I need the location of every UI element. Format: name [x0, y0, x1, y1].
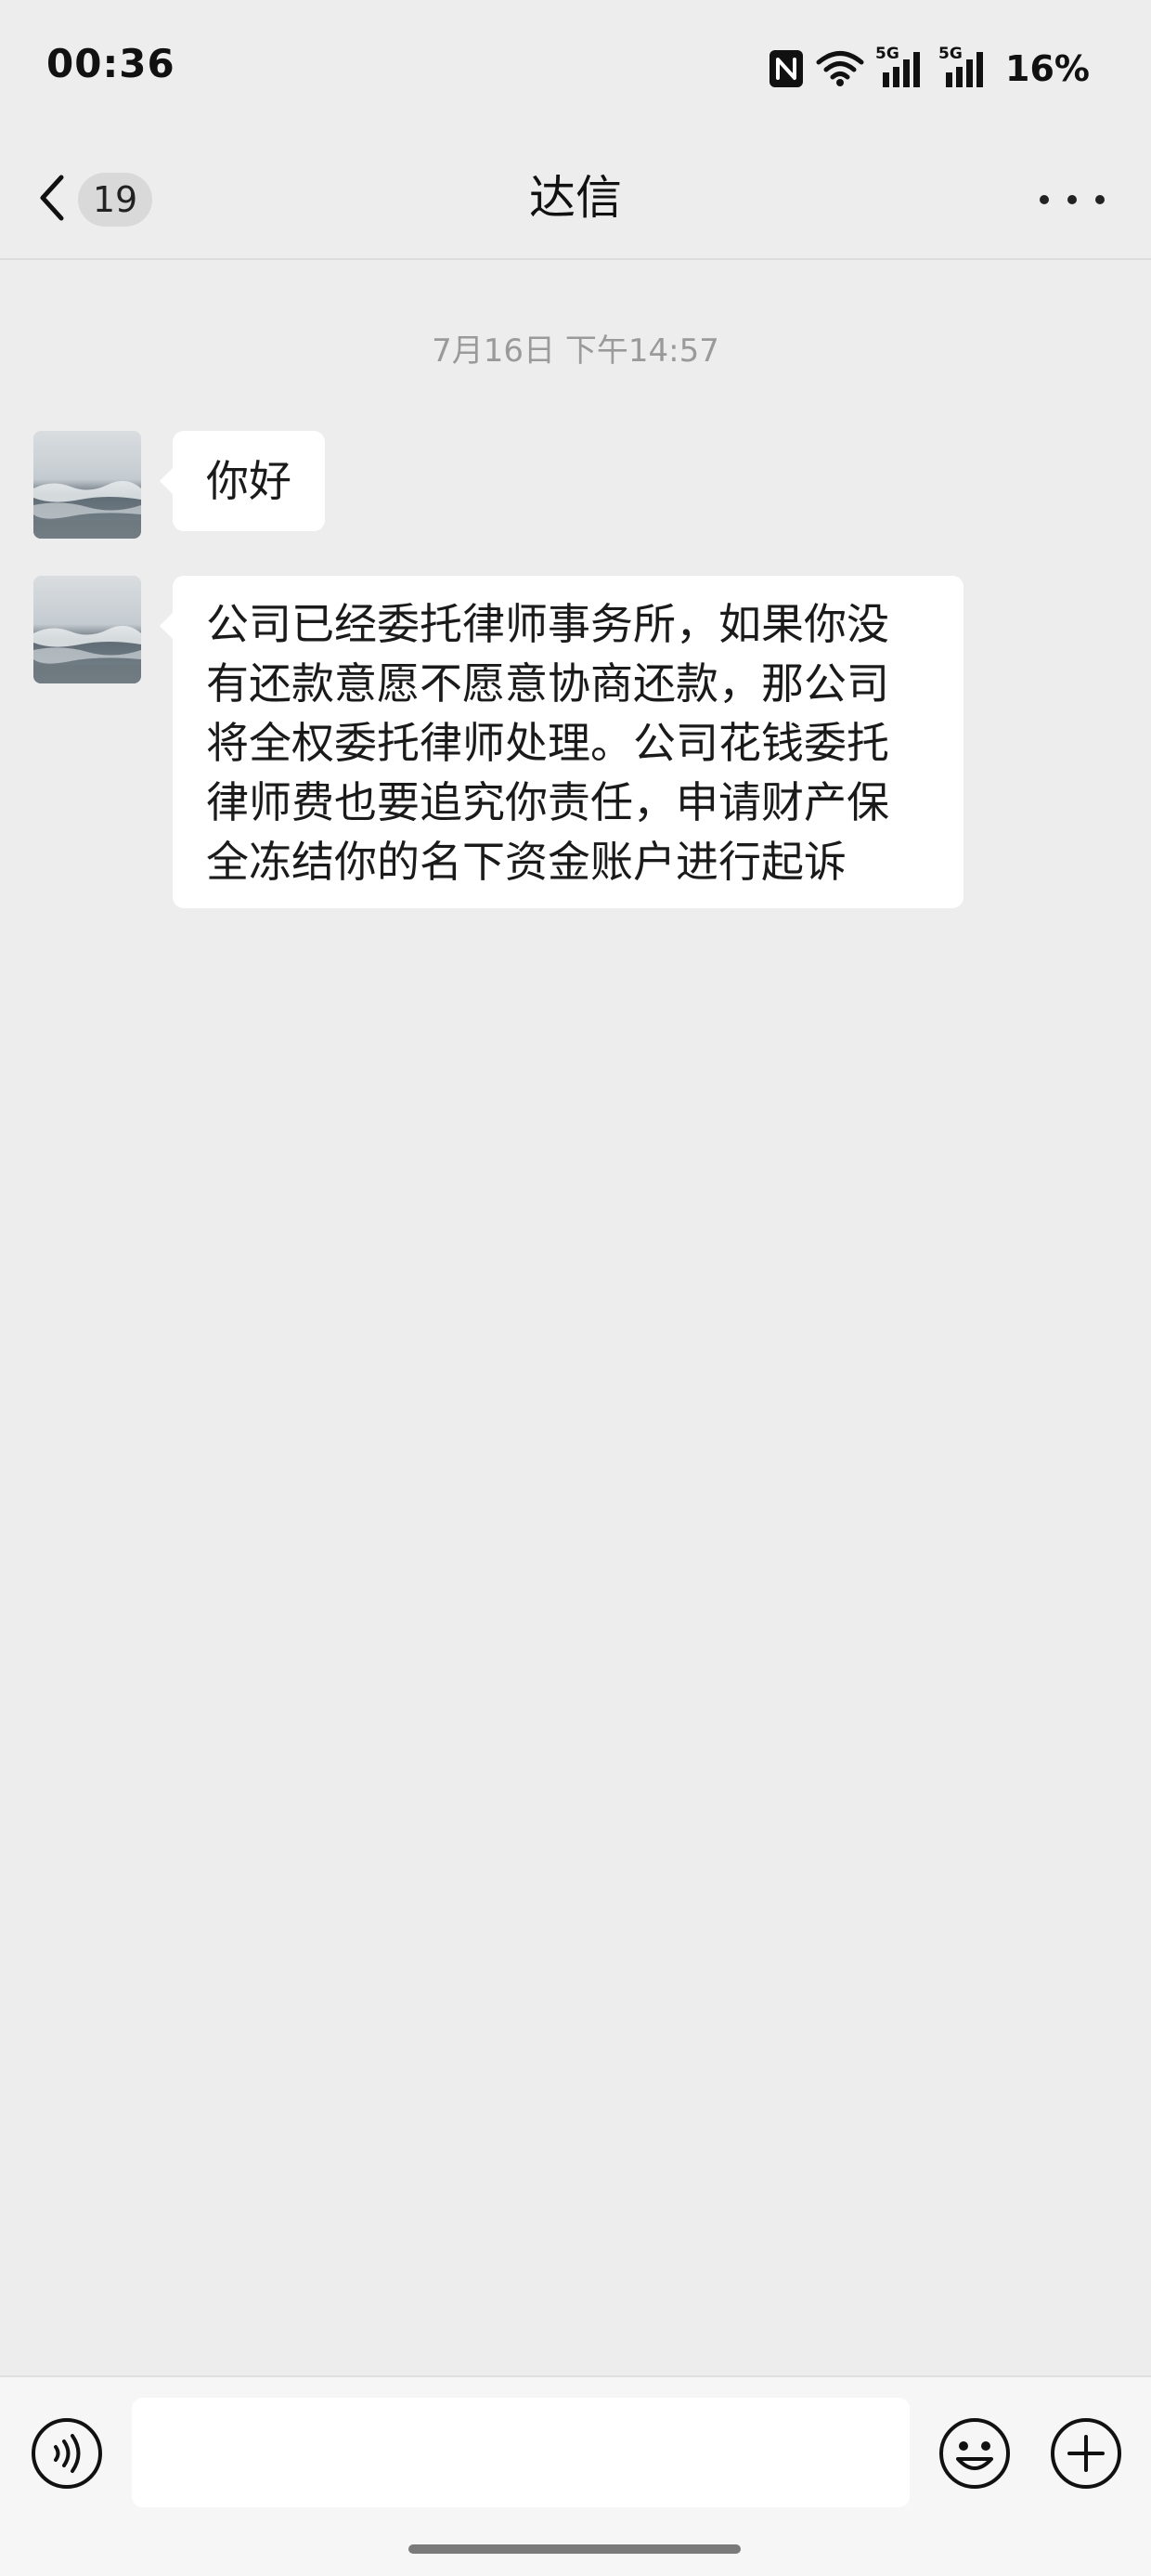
emoji-icon — [938, 2418, 1012, 2494]
emoji-button[interactable] — [938, 2416, 1012, 2491]
message-row: 你好 — [33, 431, 325, 539]
more-dot — [1067, 195, 1077, 204]
message-line: 有还款意愿不愿意协商还款，那公司 — [206, 658, 889, 709]
wifi-icon — [816, 50, 864, 87]
message-input[interactable] — [132, 2398, 910, 2507]
more-dot — [1095, 195, 1105, 204]
message-bubble[interactable]: 公司已经委托律师事务所，如果你没 有还款意愿不愿意协商还款，那公司 将全权委托律… — [160, 576, 963, 908]
more-functions-button[interactable] — [1049, 2416, 1123, 2491]
message-line: 律师费也要追究你责任，申请财产保 — [206, 777, 889, 827]
chat-header: 19 达信 — [0, 139, 1151, 260]
voice-button[interactable] — [30, 2416, 104, 2491]
contact-avatar[interactable] — [33, 576, 141, 683]
message-bubble[interactable]: 你好 — [160, 431, 325, 531]
plus-icon — [1049, 2418, 1123, 2494]
message-line: 全冻结你的名下资金账户进行起诉 — [206, 837, 847, 887]
home-indicator[interactable] — [408, 2544, 741, 2554]
voice-icon — [30, 2418, 104, 2494]
status-bar: 00:36 5G 5G 16% — [0, 0, 1151, 139]
chat-title: 达信 — [529, 171, 622, 225]
status-time: 00:36 — [46, 41, 175, 86]
battery-level: 16% — [1005, 48, 1090, 89]
status-icons: 5G 5G 16% — [768, 41, 1090, 97]
message-row: 公司已经委托律师事务所，如果你没 有还款意愿不愿意协商还款，那公司 将全权委托律… — [33, 576, 963, 908]
nfc-icon — [768, 48, 805, 89]
message-line: 将全权委托律师处理。公司花钱委托 — [206, 718, 889, 768]
signal-5g-icon: 5G — [875, 45, 927, 89]
more-button[interactable] — [1040, 176, 1105, 223]
signal-5g-icon: 5G — [938, 45, 990, 89]
message-line: 公司已经委托律师事务所，如果你没 — [206, 599, 889, 649]
message-timestamp: 7月16日 下午14:57 — [432, 332, 719, 370]
more-dots-icon — [1040, 195, 1049, 204]
message-list[interactable]: 7月16日 下午14:57 你好 公司已经委托律师事务所，如果你没 有还款意愿不… — [0, 260, 1151, 2377]
contact-avatar[interactable] — [33, 431, 141, 539]
